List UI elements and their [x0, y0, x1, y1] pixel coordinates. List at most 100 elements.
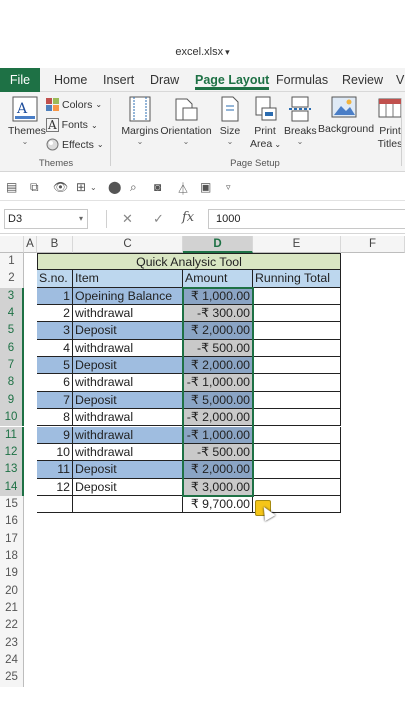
background-button[interactable]: Background — [318, 96, 374, 135]
effects-button[interactable]: Effects ⌄ — [46, 138, 104, 151]
running-total-cell[interactable] — [253, 426, 341, 444]
row-header-17[interactable]: 17 — [0, 530, 24, 548]
item-cell[interactable]: withdrawal — [73, 426, 183, 444]
item-cell[interactable]: withdrawal — [73, 409, 183, 427]
column-header-d[interactable]: D — [183, 236, 253, 253]
row-header-14[interactable]: 14 — [0, 478, 24, 496]
running-total-cell[interactable] — [253, 374, 341, 392]
running-total-cell[interactable] — [253, 357, 341, 375]
amount-cell[interactable]: -₹ 500.00 — [183, 339, 253, 358]
colors-button[interactable]: Colors ⌄ — [46, 98, 102, 111]
find-icon[interactable]: ⌕ — [130, 180, 137, 195]
enter-icon[interactable]: ✓ — [153, 211, 164, 227]
column-header-f[interactable]: F — [341, 236, 405, 253]
sno-cell[interactable]: 11 — [37, 461, 73, 479]
amount-cell[interactable]: ₹ 5,000.00 — [183, 391, 253, 410]
empty-cell[interactable] — [73, 495, 183, 514]
amount-cell[interactable]: ₹ 2,000.00 — [183, 461, 253, 479]
running-total-cell[interactable] — [253, 322, 341, 340]
amount-cell[interactable]: -₹ 300.00 — [183, 305, 253, 323]
sno-cell[interactable]: 2 — [37, 305, 73, 323]
themes-button[interactable]: A Themes ⌄ — [8, 96, 46, 146]
row-header-25[interactable]: 25 — [0, 669, 24, 687]
running-total-cell[interactable] — [253, 409, 341, 427]
formula-input[interactable]: 1000 — [208, 209, 405, 229]
sheet-title-cell[interactable]: Quick Analysic Tool — [37, 253, 341, 271]
amount-cell[interactable]: -₹ 2,000.00 — [183, 409, 253, 427]
item-cell[interactable]: Deposit — [73, 357, 183, 375]
margins-button[interactable]: Margins ⌄ — [121, 96, 159, 146]
column-header-c[interactable]: C — [73, 236, 183, 253]
column-header-e[interactable]: E — [253, 236, 341, 253]
name-box[interactable]: D3 ▾ — [4, 209, 88, 229]
header-cell-item[interactable]: Item — [73, 270, 183, 288]
tab-file[interactable]: File — [0, 68, 40, 92]
row-header-11[interactable]: 11 — [0, 426, 24, 444]
row-header-10[interactable]: 10 — [0, 409, 24, 427]
sno-cell[interactable]: 6 — [37, 374, 73, 392]
breaks-button[interactable]: Breaks ⌄ — [284, 96, 317, 146]
sno-cell[interactable]: 1 — [37, 287, 73, 306]
amount-cell[interactable]: -₹ 500.00 — [183, 443, 253, 462]
table-format-icon[interactable]: ▤ — [6, 180, 17, 194]
sno-cell[interactable]: 5 — [37, 357, 73, 375]
total-amount-cell[interactable]: ₹ 9,700.00 — [183, 495, 253, 514]
sno-cell[interactable]: 4 — [37, 339, 73, 358]
row-header-23[interactable]: 23 — [0, 634, 24, 653]
item-cell[interactable]: Deposit — [73, 391, 183, 410]
amount-cell[interactable]: ₹ 3,000.00 — [183, 478, 253, 496]
sno-cell[interactable]: 8 — [37, 409, 73, 427]
running-total-cell[interactable] — [253, 339, 341, 358]
borders-icon[interactable]: ⊞ — [76, 180, 86, 194]
sno-cell[interactable]: 10 — [37, 443, 73, 462]
customize-toolbar-icon[interactable]: ▿ — [226, 182, 231, 193]
amount-cell[interactable]: ₹ 1,000.00 — [183, 287, 253, 306]
item-cell[interactable]: withdrawal — [73, 374, 183, 392]
copy-format-icon[interactable]: ⧉ — [30, 180, 39, 195]
amount-cell[interactable]: -₹ 1,000.00 — [183, 374, 253, 392]
row-header-8[interactable]: 8 — [0, 374, 24, 392]
sno-cell[interactable]: 9 — [37, 426, 73, 444]
row-header-12[interactable]: 12 — [0, 443, 24, 462]
spreadsheet-grid[interactable]: A B C D E F 1 2 3 4 5 6 7 8 9 10 11 12 13 14 15 16 17 18 1… — [0, 236, 405, 720]
picture-icon[interactable]: ▣ — [200, 180, 211, 194]
column-header-b[interactable]: B — [37, 236, 73, 253]
cancel-icon[interactable]: ✕ — [122, 211, 133, 227]
row-header-5[interactable]: 5 — [0, 322, 24, 340]
running-total-cell[interactable] — [253, 391, 341, 410]
amount-cell[interactable]: ₹ 2,000.00 — [183, 322, 253, 340]
row-header-13[interactable]: 13 — [0, 461, 24, 479]
tab-more[interactable]: V — [396, 72, 405, 90]
row-header-22[interactable]: 22 — [0, 617, 24, 635]
sno-cell[interactable]: 7 — [37, 391, 73, 410]
filter-icon[interactable]: ⏃ — [177, 180, 189, 197]
tab-page-layout[interactable]: Page Layout — [195, 72, 270, 90]
running-total-cell[interactable] — [253, 287, 341, 306]
header-cell-running-total[interactable]: Running Total — [253, 270, 341, 288]
orientation-button[interactable]: Orientation ⌄ — [160, 96, 212, 146]
fonts-button[interactable]: A Fonts ⌄ — [46, 118, 98, 132]
item-cell[interactable]: Deposit — [73, 478, 183, 496]
tab-formulas[interactable]: Formulas — [276, 72, 328, 90]
sno-cell[interactable]: 12 — [37, 478, 73, 496]
row-header-18[interactable]: 18 — [0, 547, 24, 566]
row-header-6[interactable]: 6 — [0, 339, 24, 358]
item-cell[interactable]: Deposit — [73, 322, 183, 340]
amount-cell[interactable]: -₹ 1,000.00 — [183, 426, 253, 444]
header-cell-amount[interactable]: Amount — [183, 270, 253, 288]
row-header-16[interactable]: 16 — [0, 513, 24, 531]
tab-review[interactable]: Review — [342, 72, 383, 90]
item-cell[interactable]: Deposit — [73, 461, 183, 479]
item-cell[interactable]: withdrawal — [73, 305, 183, 323]
header-cell-sno[interactable]: S.no. — [37, 270, 73, 288]
running-total-cell[interactable] — [253, 305, 341, 323]
empty-cell[interactable] — [37, 495, 73, 514]
item-cell[interactable]: withdrawal — [73, 339, 183, 358]
row-header-19[interactable]: 19 — [0, 565, 24, 583]
row-header-24[interactable]: 24 — [0, 652, 24, 670]
row-header-7[interactable]: 7 — [0, 357, 24, 375]
row-header-4[interactable]: 4 — [0, 305, 24, 323]
item-cell[interactable]: withdrawal — [73, 443, 183, 462]
row-header-15[interactable]: 15 — [0, 495, 24, 514]
tab-draw[interactable]: Draw — [150, 72, 179, 90]
